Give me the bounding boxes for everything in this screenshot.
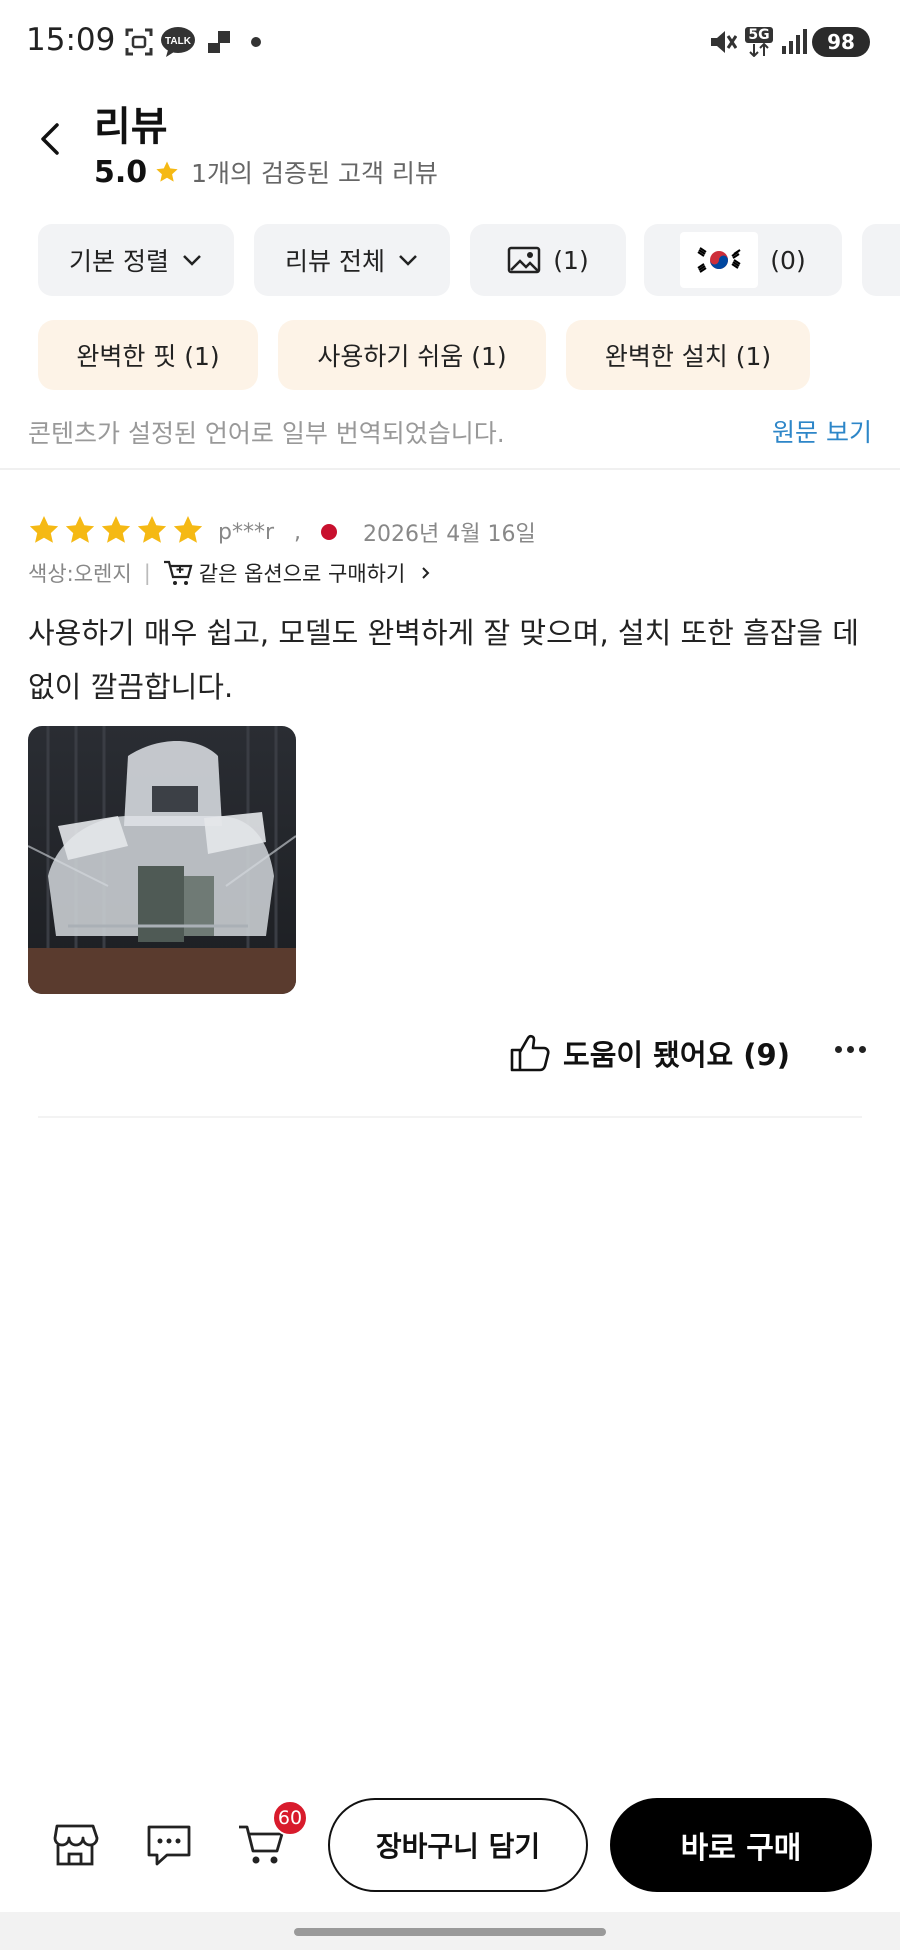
more-filter-chip[interactable]: [862, 224, 900, 296]
star-icon: [29, 516, 59, 543]
chat-icon: [147, 1825, 191, 1866]
tag-chip-perfect-fit[interactable]: 완벽한 핏 (1): [38, 320, 258, 390]
review-photo[interactable]: [28, 726, 296, 994]
review-scope-dropdown[interactable]: 리뷰 전체: [254, 224, 450, 296]
rating-score: 5.0: [94, 154, 148, 190]
buy-same-option-label: 같은 옵션으로 구매하기: [198, 562, 406, 586]
korean-flag-icon: [680, 232, 759, 288]
reviewer-info: p***r , 2026년 4월 16일: [218, 516, 536, 548]
cart-count-badge: 60: [272, 1800, 308, 1836]
helpful-label: 도움이 됐어요 (9): [563, 1038, 790, 1072]
network-icon: 5G: [744, 26, 774, 58]
divider: [0, 468, 900, 470]
dot-icon: [847, 1046, 854, 1053]
sort-label: 기본 정렬: [69, 247, 169, 276]
korean-review-count: (0): [770, 245, 806, 275]
store-button[interactable]: [48, 1818, 102, 1872]
review-body: 사용하기 매우 쉽고, 모델도 완벽하게 잘 맞으며, 설치 또한 흠잡을 데 …: [28, 616, 859, 704]
star-icon: [65, 516, 95, 543]
chevron-right-icon: [422, 567, 430, 579]
chat-button[interactable]: [142, 1818, 196, 1872]
review-option: 색상:오렌지: [28, 562, 132, 586]
dot-icon: [859, 1046, 866, 1053]
tag-chip-easy-to-use[interactable]: 사용하기 쉬움 (1): [278, 320, 546, 390]
app-icon: [204, 26, 234, 58]
korean-review-filter-chip[interactable]: (0): [644, 224, 842, 296]
add-to-cart-button[interactable]: 장바구니 담기: [328, 1798, 588, 1892]
photo-count: (1): [553, 245, 589, 275]
screenshot-icon: [122, 26, 156, 58]
review-count: 1개의 검증된 고객 리뷰: [191, 159, 438, 188]
store-icon: [53, 1824, 99, 1866]
rating-summary: 5.0 1개의 검증된 고객 리뷰: [94, 154, 438, 190]
network-label: 5G: [745, 27, 773, 43]
sort-dropdown[interactable]: 기본 정렬: [38, 224, 234, 296]
reviewer-name: p***r: [218, 519, 275, 545]
back-button[interactable]: [30, 114, 70, 164]
divider: [38, 1116, 862, 1118]
review-stars: [28, 514, 204, 546]
star-icon: [173, 516, 203, 543]
notification-dot-icon: [248, 26, 264, 58]
view-original-link[interactable]: 원문 보기: [772, 413, 872, 449]
photo-filter-chip[interactable]: (1): [470, 224, 626, 296]
buy-now-button[interactable]: 바로 구매: [610, 1798, 872, 1892]
dot-icon: [835, 1046, 842, 1053]
star-icon: [101, 516, 131, 543]
thumbs-up-icon: [510, 1034, 550, 1072]
review-option-row: 색상:오렌지 | 같은 옵션으로 구매하기: [28, 558, 433, 588]
star-icon: [137, 516, 167, 543]
cart-plus-icon: [163, 560, 193, 585]
home-indicator[interactable]: [294, 1928, 606, 1936]
more-options-button[interactable]: [835, 1046, 866, 1053]
translation-notice: 콘텐츠가 설정된 언어로 일부 번역되었습니다.: [28, 419, 505, 448]
status-bar: 15:09 TALK 5G 98: [0, 0, 900, 84]
mute-icon: [706, 26, 738, 58]
buy-same-option-link[interactable]: 같은 옵션으로 구매하기: [163, 558, 434, 588]
reviewer-separator: ,: [294, 519, 302, 545]
chevron-down-icon: [183, 255, 201, 266]
review-scope-label: 리뷰 전체: [285, 247, 385, 276]
page-title: 리뷰: [94, 104, 168, 150]
back-arrow-icon: [41, 123, 59, 155]
signal-icon: [778, 26, 810, 58]
chevron-down-icon: [399, 255, 417, 266]
option-divider: |: [143, 561, 151, 585]
japan-flag-icon: [321, 524, 338, 540]
status-time: 15:09: [26, 22, 116, 58]
helpful-button[interactable]: 도움이 됐어요 (9): [509, 1032, 790, 1074]
battery-indicator: 98: [812, 27, 870, 57]
talk-label: TALK: [165, 36, 192, 47]
talk-icon: TALK: [160, 26, 196, 58]
star-icon: [156, 161, 178, 182]
tag-chip-perfect-install[interactable]: 완벽한 설치 (1): [566, 320, 810, 390]
image-icon: [508, 246, 541, 274]
review-date: 2026년 4월 16일: [363, 522, 536, 547]
